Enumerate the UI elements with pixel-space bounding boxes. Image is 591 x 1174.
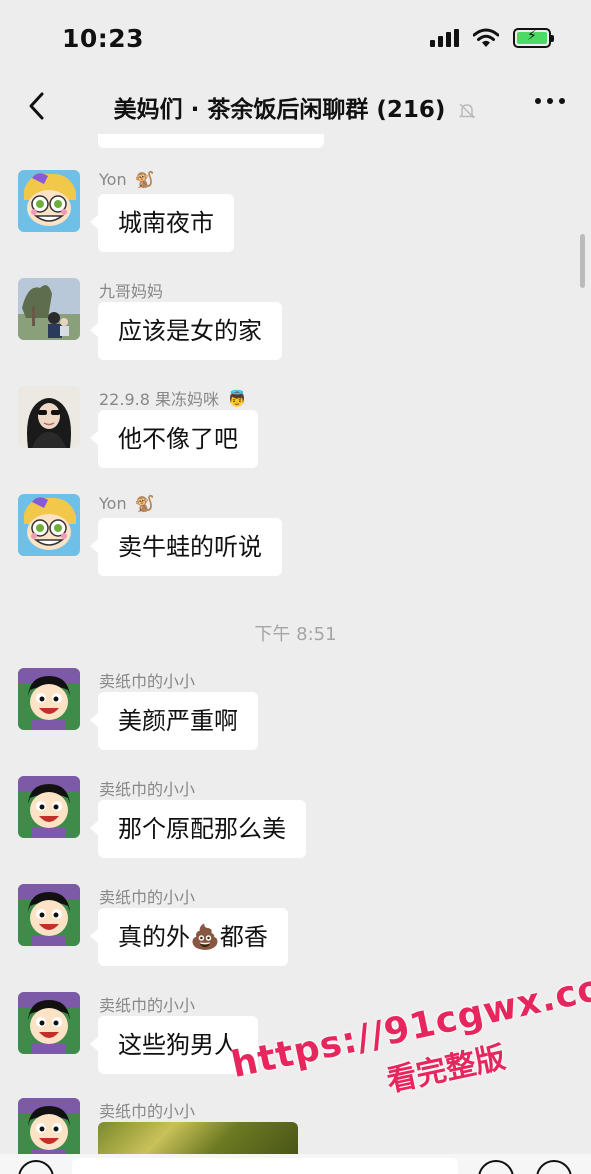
angel-icon: 👼 [226,388,247,408]
bell-slash-icon [459,102,476,119]
message-timestamp: 下午 8:51 [254,624,337,645]
message-bubble[interactable]: 卖牛蛙的听说 [90,518,282,576]
avatar[interactable] [18,278,80,340]
chat-title-text: 美妈们 · 茶余饭后闲聊群 (216) [113,97,446,123]
avatar[interactable] [18,668,80,730]
avatar[interactable] [18,170,80,232]
avatar[interactable] [18,992,80,1054]
avatar[interactable] [18,1098,80,1154]
message-bubble[interactable]: 城南夜市 [90,194,234,252]
sender-name: Yon 🐒 [99,494,155,513]
signal-icon [430,29,459,47]
avatar[interactable] [18,386,80,448]
image-message[interactable] [98,1122,298,1154]
previous-message-bubble [98,134,324,148]
battery-charging-icon: ⚡ [513,28,554,48]
message-input[interactable] [72,1158,458,1174]
sender-name: 卖纸巾的小小 [99,672,196,691]
sender-name: 卖纸巾的小小 [99,780,196,799]
emoji-icon[interactable] [478,1160,514,1174]
scrollbar[interactable] [580,234,585,288]
wifi-icon [473,28,499,47]
sender-name: 卖纸巾的小小 [99,888,196,907]
voice-icon[interactable] [18,1160,54,1174]
sender-name: 九哥妈妈 [99,282,164,301]
status-time: 10:23 [62,24,145,53]
chat-title: 美妈们 · 茶余饭后闲聊群 (216) [0,90,591,124]
sender-name: 卖纸巾的小小 [99,1102,196,1121]
avatar[interactable] [18,494,80,556]
message-bubble[interactable]: 他不像了吧 [90,410,258,468]
status-icons: ⚡ [430,28,554,48]
avatar[interactable] [18,776,80,838]
more-dots-icon[interactable] [535,98,565,104]
chat-header: 美妈们 · 茶余饭后闲聊群 (216) [0,78,591,134]
status-bar: 10:23 ⚡ [0,0,591,78]
message-bubble[interactable]: 那个原配那么美 [90,800,306,858]
message-bubble[interactable]: 应该是女的家 [90,302,282,360]
message-bubble[interactable]: 真的外💩都香 [90,908,288,966]
sender-name: 卖纸巾的小小 [99,996,196,1015]
monkey-icon: 🐒 [134,170,155,189]
avatar[interactable] [18,884,80,946]
input-bar [0,1154,591,1174]
sender-name: 22.9.8 果冻妈咪 👼 [99,388,247,410]
sender-name: Yon 🐒 [99,170,155,189]
add-icon[interactable] [536,1160,572,1174]
monkey-icon: 🐒 [134,494,155,513]
message-bubble[interactable]: 美颜严重啊 [90,692,258,750]
